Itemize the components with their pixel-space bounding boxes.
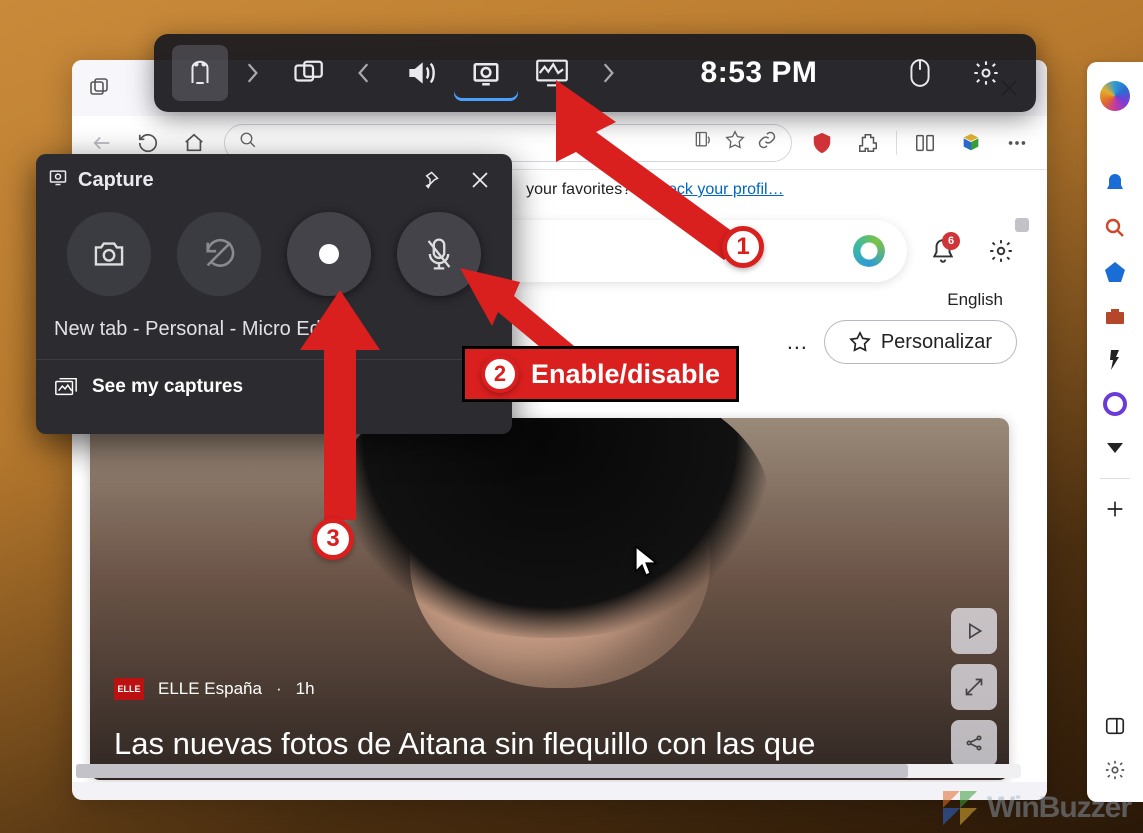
sidebar-add-icon[interactable]: [1095, 489, 1135, 529]
horizontal-scrollbar[interactable]: [76, 764, 1021, 778]
news-side-actions: [951, 608, 997, 766]
annotation-arrow-3: [300, 290, 380, 520]
extensions-button[interactable]: [846, 124, 890, 162]
sidebar-m365-icon[interactable]: [1095, 384, 1135, 424]
bing-logo-icon: [849, 231, 889, 271]
news-share-button[interactable]: [951, 720, 997, 766]
see-my-captures-link[interactable]: See my captures: [36, 360, 512, 414]
sidebar-games-icon[interactable]: [1095, 340, 1135, 380]
gamebar-settings-button[interactable]: [954, 45, 1018, 101]
annotation-marker-1: 1: [722, 226, 764, 268]
personalize-button[interactable]: Personalizar: [824, 320, 1017, 364]
copilot-icon[interactable]: [1095, 76, 1135, 116]
horizontal-scroll-thumb[interactable]: [76, 764, 908, 778]
sidebar-coupon-icon[interactable]: [1095, 252, 1135, 292]
sidebar-briefcase-icon[interactable]: [1095, 296, 1135, 336]
ntp-settings-button[interactable]: [979, 229, 1023, 273]
sidebar-search-icon[interactable]: [1095, 208, 1135, 248]
annotation-marker-3: 3: [312, 518, 354, 560]
watermark: WinBuzzer: [943, 791, 1131, 825]
capture-close-button[interactable]: [460, 160, 500, 200]
edge-sidebar: [1087, 62, 1143, 802]
news-source-logo: ELLE: [114, 678, 144, 700]
news-hero-card[interactable]: ELLE ELLE España · 1h Las nuevas fotos d…: [90, 418, 1009, 780]
sidebar-divider: [1100, 478, 1130, 479]
editor-overflow[interactable]: …: [786, 329, 808, 355]
sidebar-collapse-icon[interactable]: [1095, 428, 1135, 468]
sidebar-panel-icon[interactable]: [1095, 706, 1135, 746]
news-play-button[interactable]: [951, 608, 997, 654]
gamebar-chevron-right-1[interactable]: [230, 45, 274, 101]
capture-titlebar: Capture: [36, 154, 512, 206]
sidebar-bell-icon[interactable]: [1095, 164, 1135, 204]
link-icon[interactable]: [757, 130, 777, 155]
capture-flyout: Capture New tab - Personal - Micro Edge …: [36, 154, 512, 434]
adblock-icon[interactable]: [800, 124, 844, 162]
sidebar-settings-icon[interactable]: [1095, 750, 1135, 790]
capture-title-text: Capture: [78, 169, 154, 192]
cube-extension-icon[interactable]: [949, 124, 993, 162]
gamebar-home-button[interactable]: [172, 45, 228, 101]
capture-title-icon: [48, 167, 68, 193]
news-source-sep: ·: [276, 679, 282, 699]
capture-pin-button[interactable]: [410, 160, 450, 200]
capture-last30s-button[interactable]: [177, 212, 261, 296]
split-screen-button[interactable]: [903, 124, 947, 162]
news-headline: Las nuevas fotos de Aitana sin flequillo…: [114, 726, 939, 762]
search-icon: [239, 131, 257, 154]
gamebar-chevron-left[interactable]: [342, 45, 386, 101]
notifications-button[interactable]: 6: [921, 229, 965, 273]
mouse-cursor-icon: [635, 546, 657, 581]
capture-source-label: New tab - Personal - Micro Edge: [54, 318, 494, 341]
annotation-label-2: 2 Enable/disable: [462, 346, 739, 402]
tab-overview-button[interactable]: [80, 68, 120, 108]
gamebar-widgets-button[interactable]: [276, 45, 340, 101]
news-source-row: ELLE ELLE España · 1h: [114, 678, 315, 700]
gamebar-mouse-button[interactable]: [888, 45, 952, 101]
edge-menu-button[interactable]: [995, 124, 1039, 162]
news-image-hair: [330, 418, 770, 638]
gamebar-audio-button[interactable]: [388, 45, 452, 101]
gamebar-capture-button[interactable]: [454, 45, 518, 101]
news-source-name: ELLE España: [158, 679, 262, 699]
capture-buttons-row: [36, 212, 512, 296]
watermark-logo-icon: [943, 791, 977, 825]
news-expand-button[interactable]: [951, 664, 997, 710]
capture-screenshot-button[interactable]: [67, 212, 151, 296]
capture-record-button[interactable]: [287, 212, 371, 296]
toolbar-separator: [896, 131, 897, 155]
annotation-marker-2: 2: [481, 355, 519, 393]
record-dot-icon: [319, 244, 339, 264]
news-age: 1h: [296, 679, 315, 699]
notification-badge: 6: [942, 232, 960, 250]
